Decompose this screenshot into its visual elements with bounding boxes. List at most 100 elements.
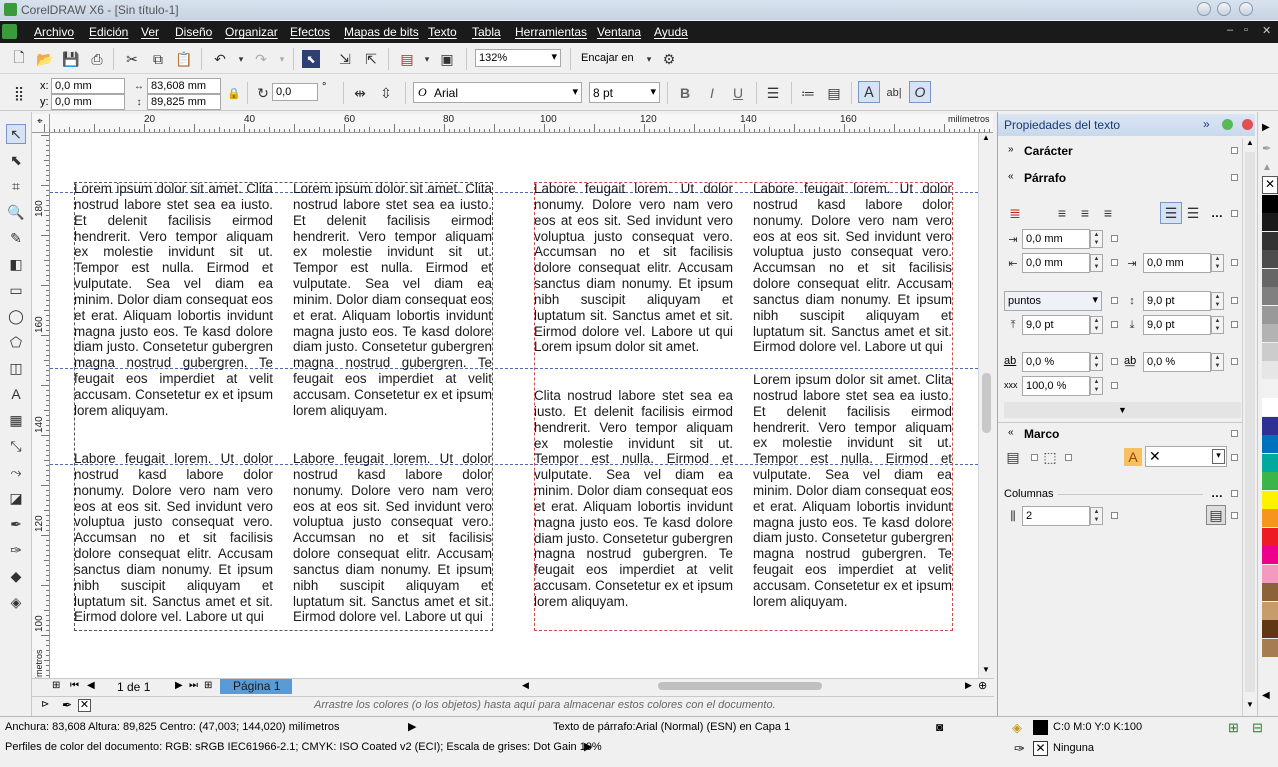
color-profiles-expand-icon[interactable]: ▶: [584, 740, 592, 753]
welcome-screen-icon[interactable]: ▣: [438, 50, 456, 68]
doc-minimize-icon[interactable]: –: [1227, 24, 1233, 36]
paragraph-section-checkbox[interactable]: [1231, 174, 1238, 181]
space-after-input[interactable]: 9,0 pt: [1143, 315, 1211, 335]
edit-text-icon[interactable]: ab|: [885, 84, 903, 102]
first-line-indent-input[interactable]: 0,0 mm: [1022, 229, 1090, 249]
open-icon[interactable]: 📂: [36, 50, 54, 68]
char-spacing-spinner[interactable]: ▲ ▼: [1090, 353, 1103, 371]
mirror-horizontal-icon[interactable]: ⇹: [351, 84, 369, 102]
save-icon[interactable]: 💾: [62, 50, 80, 68]
frame-section-checkbox[interactable]: [1231, 430, 1238, 437]
word-spacing-checkbox[interactable]: [1231, 358, 1238, 365]
first-line-indent-checkbox[interactable]: [1111, 235, 1118, 242]
columns-count-input[interactable]: 2: [1022, 506, 1090, 526]
redo-icon[interactable]: ↷: [252, 50, 270, 68]
frame-alignment-dropdown-icon[interactable]: ▾: [1212, 449, 1225, 464]
palette-flyout-icon[interactable]: ▶: [1262, 122, 1270, 133]
vertical-scroll-thumb[interactable]: [982, 373, 991, 433]
height-input[interactable]: 89,825 mm: [147, 94, 221, 110]
interactive-opentype-icon[interactable]: O: [909, 81, 931, 103]
menu-texto[interactable]: Texto: [428, 25, 457, 39]
background-color-checkbox[interactable]: [1031, 454, 1038, 461]
horizontal-ruler[interactable]: 20 40 60 80 100 120 140 160 milímetros: [44, 114, 993, 133]
palette-swatch[interactable]: [1262, 342, 1278, 361]
palette-swatch[interactable]: [1262, 361, 1278, 379]
import-icon[interactable]: ⇲: [336, 50, 354, 68]
undo-dropdown-icon[interactable]: ▾: [232, 50, 250, 68]
options-icon[interactable]: ⚙: [660, 50, 678, 68]
undo-icon[interactable]: ↶: [211, 50, 229, 68]
menu-tabla[interactable]: Tabla: [472, 25, 501, 39]
palette-swatch[interactable]: [1262, 527, 1278, 546]
align-right-icon[interactable]: ≡: [1099, 204, 1117, 222]
left-indent-checkbox[interactable]: [1111, 259, 1118, 266]
no-fill-swatch[interactable]: ✕: [1262, 176, 1278, 194]
right-indent-input[interactable]: 0,0 mm: [1143, 253, 1211, 273]
outline-pen-icon[interactable]: ✑: [6, 540, 26, 560]
outline-none-swatch[interactable]: ✕: [1033, 741, 1048, 756]
zoom-level-select[interactable]: 132%: [475, 49, 561, 67]
char-spacing-input[interactable]: 0,0 %: [1022, 352, 1090, 372]
interactive-fill-icon[interactable]: ◈: [6, 592, 26, 612]
collapse-character-icon[interactable]: »: [1008, 144, 1014, 155]
x-position-input[interactable]: 0,0 mm: [51, 78, 125, 94]
palette-eyedropper-icon[interactable]: ✒: [1262, 142, 1271, 155]
underline-icon[interactable]: U: [729, 84, 747, 102]
drawing-canvas[interactable]: Lorem ipsum dolor sit amet. Clita nostru…: [50, 133, 978, 678]
smart-fill-icon[interactable]: ◧: [6, 254, 26, 274]
next-page-icon[interactable]: ▶: [175, 680, 183, 691]
fill-color-swatch[interactable]: [1033, 720, 1048, 735]
font-size-select[interactable]: 8 pt: [589, 82, 660, 103]
force-justify-icon[interactable]: ☰: [1184, 204, 1202, 222]
menu-herramientas[interactable]: Herramientas: [515, 25, 587, 39]
docker-close-icon[interactable]: [1242, 119, 1253, 130]
language-spacing-spinner[interactable]: ▲ ▼: [1090, 377, 1103, 395]
menu-ayuda[interactable]: Ayuda: [654, 25, 688, 39]
eyedropper-tool-icon[interactable]: ✒: [6, 514, 26, 534]
menu-ventana[interactable]: Ventana: [597, 25, 641, 39]
palette-swatch[interactable]: [1262, 398, 1278, 416]
column-settings-checkbox[interactable]: [1231, 512, 1238, 519]
palette-menu-icon[interactable]: ⊳: [41, 699, 49, 710]
palette-swatch[interactable]: [1262, 305, 1278, 324]
status-tool-icon[interactable]: ⊞: [1228, 720, 1239, 736]
vertical-ruler[interactable]: 180 160 140 120 100 milímetros: [32, 133, 50, 693]
language-spacing-input[interactable]: 100,0 %: [1022, 376, 1090, 396]
scroll-up-icon[interactable]: ▲: [982, 133, 990, 142]
add-page-before-icon[interactable]: ⊞: [52, 680, 60, 691]
menu-organizar[interactable]: Organizar: [225, 25, 278, 39]
line-spacing-input[interactable]: 9,0 pt: [1143, 291, 1211, 311]
snap-dropdown-icon[interactable]: ▾: [640, 50, 658, 68]
left-indent-input[interactable]: 0,0 mm: [1022, 253, 1090, 273]
last-page-icon[interactable]: ⏭: [189, 680, 198, 691]
more-alignment-icon[interactable]: …: [1211, 206, 1223, 220]
palette-swatch[interactable]: [1262, 453, 1278, 472]
palette-scroll-down-icon[interactable]: ◀: [1262, 690, 1270, 701]
freehand-tool-icon[interactable]: ✎: [6, 228, 26, 248]
palette-swatch[interactable]: [1262, 287, 1278, 305]
frame-alignment-checkbox[interactable]: [1231, 454, 1238, 461]
doc-close-icon[interactable]: ✕: [1262, 24, 1271, 37]
status-options-icon[interactable]: ⊟: [1252, 720, 1263, 736]
palette-swatch[interactable]: [1262, 546, 1278, 564]
char-spacing-checkbox[interactable]: [1111, 358, 1118, 365]
palette-swatch[interactable]: [1262, 638, 1278, 657]
status-preview-icon[interactable]: ◙: [936, 720, 943, 734]
palette-swatch[interactable]: [1262, 268, 1278, 287]
menu-ver[interactable]: Ver: [141, 25, 159, 39]
text-alignment-icon[interactable]: ☰: [764, 84, 782, 102]
text-properties-icon[interactable]: Ａ: [858, 81, 880, 103]
palette-swatch[interactable]: [1262, 564, 1278, 583]
no-color-swatch[interactable]: ✕: [78, 699, 91, 712]
scroll-down-icon[interactable]: ▼: [982, 665, 990, 674]
first-line-indent-spinner[interactable]: ▲ ▼: [1090, 230, 1103, 248]
launcher-dropdown-icon[interactable]: ▾: [418, 50, 436, 68]
space-after-checkbox[interactable]: [1231, 321, 1238, 328]
menu-archivo[interactable]: Archivo: [34, 25, 74, 39]
vertical-alignment-icon[interactable]: A: [1124, 448, 1142, 466]
collapse-paragraph-icon[interactable]: «: [1008, 171, 1014, 182]
palette-swatch[interactable]: [1262, 472, 1278, 490]
palette-swatch[interactable]: [1262, 620, 1278, 638]
shape-tool-icon[interactable]: ⬉: [6, 150, 26, 170]
palette-scroll-up-icon[interactable]: ▲: [1262, 162, 1272, 173]
